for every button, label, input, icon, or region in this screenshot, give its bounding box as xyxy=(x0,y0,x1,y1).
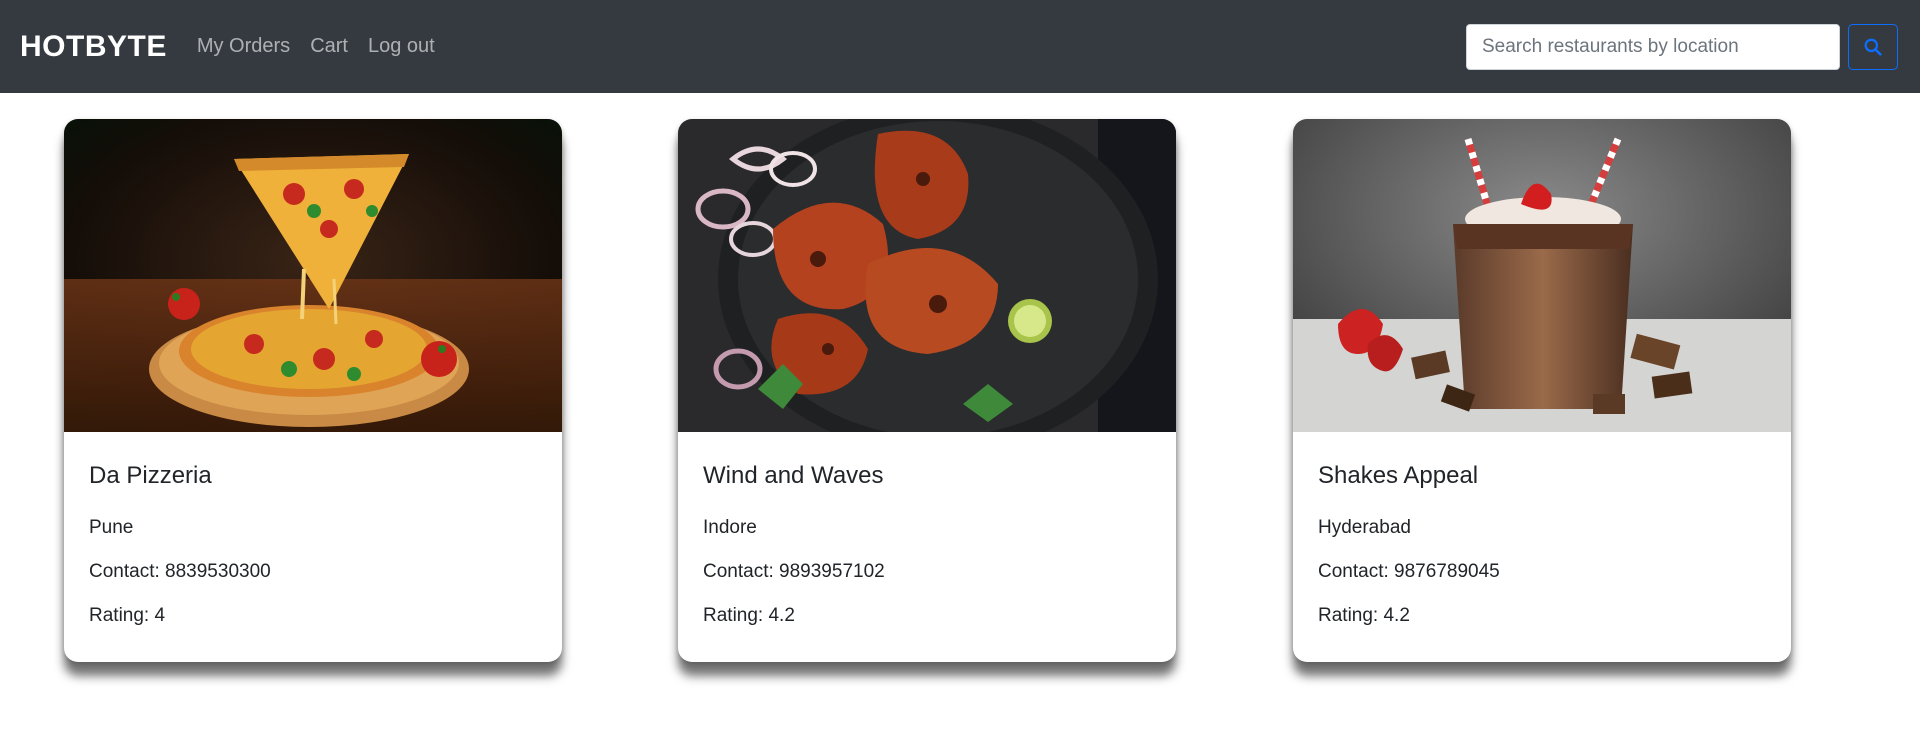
restaurant-location: Indore xyxy=(703,517,757,538)
brand-logo[interactable]: HOTBYTE xyxy=(20,30,167,64)
restaurant-card[interactable]: Da Pizzeria Pune Contact: 8839530300 Rat… xyxy=(64,119,562,662)
tandoori-chicken-photo xyxy=(678,119,1176,432)
nav-link-log-out[interactable]: Log out xyxy=(368,35,435,58)
restaurant-name: Wind and Waves xyxy=(703,462,884,489)
restaurant-location: Pune xyxy=(89,517,134,538)
restaurant-contact: Contact: 9876789045 xyxy=(1318,561,1500,582)
search-button[interactable] xyxy=(1848,23,1898,70)
top-navbar: HOTBYTE My Orders Cart Log out xyxy=(0,0,1920,93)
restaurant-location: Hyderabad xyxy=(1318,517,1411,538)
nav-link-my-orders[interactable]: My Orders xyxy=(197,35,290,58)
restaurant-list: Da Pizzeria Pune Contact: 8839530300 Rat… xyxy=(0,93,1920,743)
pizza-photo xyxy=(64,119,562,432)
restaurant-name: Da Pizzeria xyxy=(89,462,212,489)
nav-link-cart[interactable]: Cart xyxy=(310,35,348,58)
restaurant-rating: Rating: 4.2 xyxy=(1318,605,1410,626)
search-icon xyxy=(1864,38,1882,56)
restaurant-rating: Rating: 4 xyxy=(89,605,166,626)
restaurant-name: Shakes Appeal xyxy=(1318,462,1479,489)
restaurant-contact: Contact: 8839530300 xyxy=(89,561,271,582)
restaurant-contact: Contact: 9893957102 xyxy=(703,561,885,582)
restaurant-rating: Rating: 4.2 xyxy=(703,605,795,626)
search-form xyxy=(1466,23,1898,70)
restaurant-card[interactable]: Shakes Appeal Hyderabad Contact: 9876789… xyxy=(1293,119,1791,662)
chocolate-milkshake-photo xyxy=(1293,119,1791,432)
restaurant-card[interactable]: Wind and Waves Indore Contact: 989395710… xyxy=(678,119,1176,662)
search-input[interactable] xyxy=(1466,23,1840,70)
